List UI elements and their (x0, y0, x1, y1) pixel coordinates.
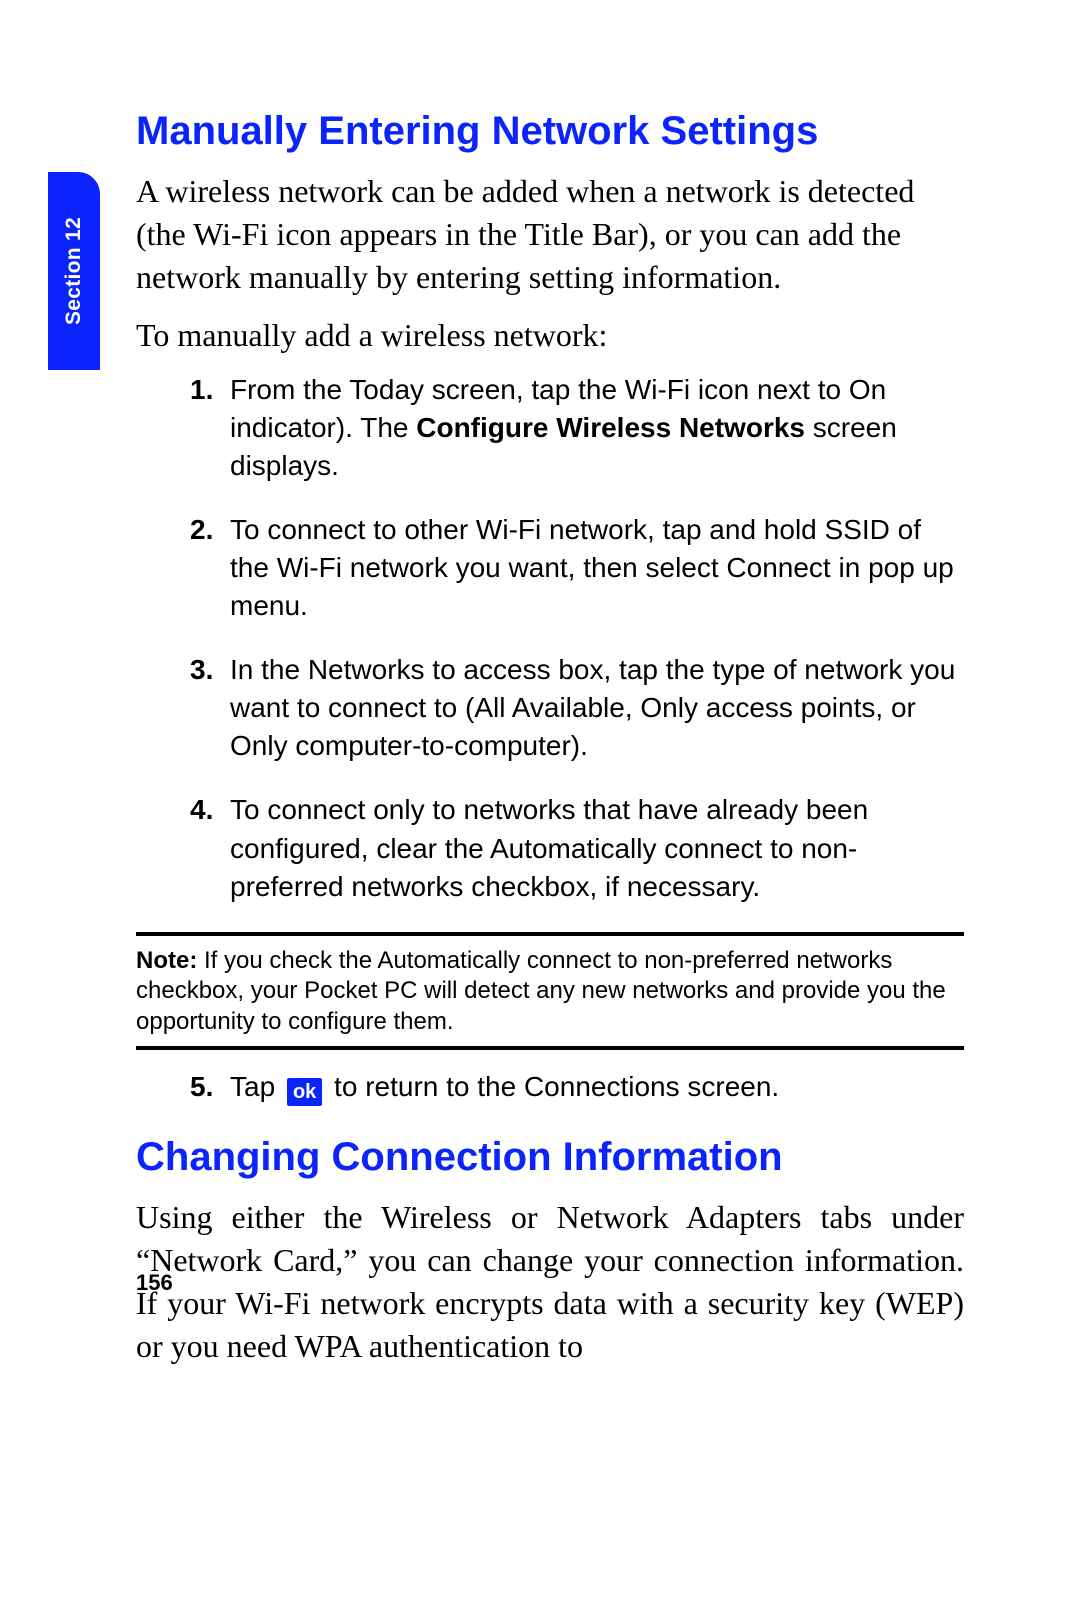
step-4: To connect only to networks that have al… (230, 791, 964, 905)
note-text: If you check the Automatically connect t… (136, 947, 946, 1035)
note-paragraph: Note: If you check the Automatically con… (136, 946, 964, 1038)
intro-paragraph: A wireless network can be added when a n… (136, 170, 964, 300)
step-3: In the Networks to access box, tap the t… (230, 651, 964, 765)
steps-list-continued: Tap ok to return to the Connections scre… (136, 1068, 964, 1106)
step-5-pre: Tap (230, 1071, 283, 1102)
page: Section 12 Manually Entering Network Set… (0, 0, 1080, 1622)
page-number: 156 (136, 1270, 173, 1296)
note-label: Note: (136, 947, 197, 974)
step-5: Tap ok to return to the Connections scre… (230, 1068, 964, 1106)
heading-manually-entering: Manually Entering Network Settings (136, 108, 964, 154)
note-rule-bottom (136, 1046, 964, 1050)
heading-changing-connection: Changing Connection Information (136, 1134, 964, 1180)
closing-paragraph: Using either the Wireless or Network Ada… (136, 1196, 964, 1369)
lead-in-paragraph: To manually add a wireless network: (136, 314, 964, 357)
content-area: Manually Entering Network Settings A wir… (136, 108, 964, 1383)
note-rule-top (136, 932, 964, 936)
step-1: From the Today screen, tap the Wi-Fi ico… (230, 371, 964, 485)
steps-list: From the Today screen, tap the Wi-Fi ico… (136, 371, 964, 906)
step-1-bold: Configure Wireless Networks (416, 412, 805, 443)
section-tab-label: Section 12 (62, 217, 86, 325)
step-2: To connect to other Wi-Fi network, tap a… (230, 511, 964, 625)
step-5-post: to return to the Connections screen. (326, 1071, 779, 1102)
ok-icon: ok (287, 1078, 322, 1106)
section-tab: Section 12 (48, 172, 100, 370)
